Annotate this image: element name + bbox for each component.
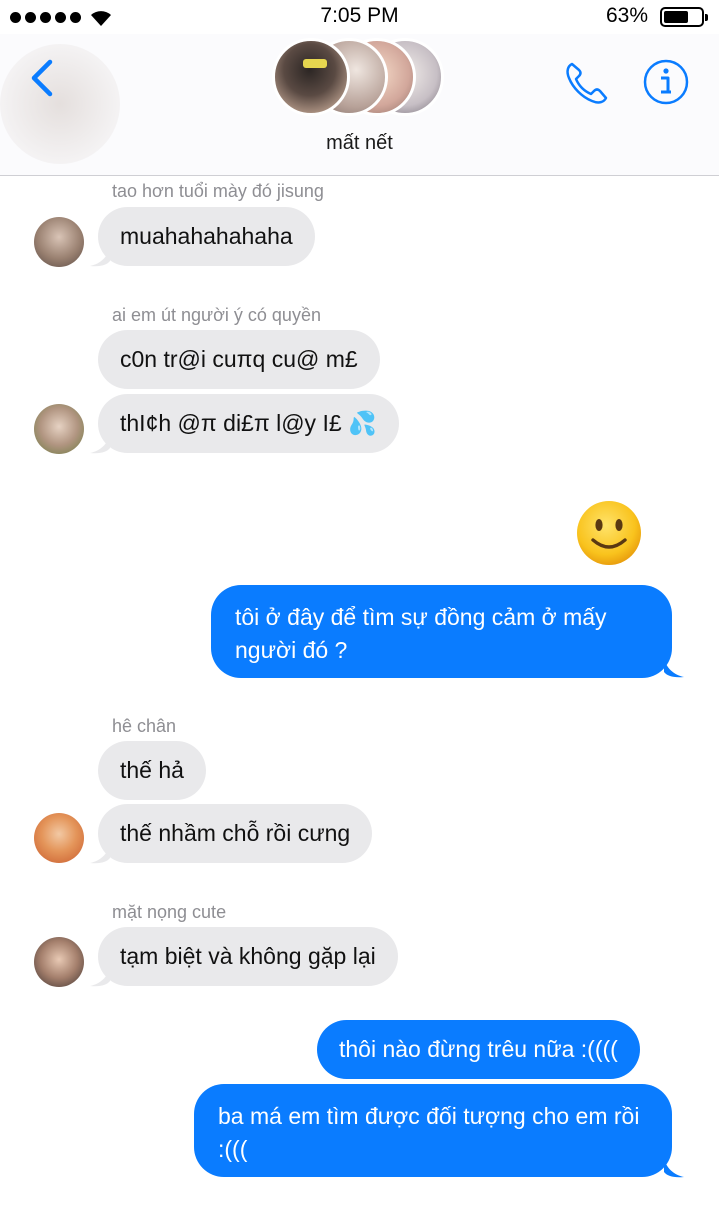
message-bubble[interactable]: tôi ở đây để tìm sự đồng cảm ở mấy người…	[211, 585, 672, 678]
message-bubble[interactable]: c0n tr@i cuπq cu@ m£	[98, 330, 380, 389]
group-title[interactable]: mất nết	[0, 132, 719, 155]
sender-name: tao hơn tuổi mày đó jisung	[112, 181, 324, 201]
sender-name: ai em út người ý có quyền	[112, 305, 321, 325]
info-icon[interactable]	[642, 58, 690, 106]
status-bar: 7:05 PM 63%	[0, 0, 719, 34]
avatar[interactable]	[34, 404, 84, 454]
group-avatars[interactable]	[272, 38, 452, 118]
avatar	[272, 38, 350, 116]
sender-name: mặt nọng cute	[112, 902, 227, 922]
conversation-header: mất nết	[0, 34, 719, 176]
avatar[interactable]	[34, 217, 84, 267]
avatar[interactable]	[34, 937, 84, 987]
message-bubble[interactable]: tạm biệt và không gặp lại	[98, 927, 398, 986]
battery-icon	[660, 7, 708, 27]
smiling-face-emoji[interactable]	[576, 500, 642, 566]
sender-name: hê chân	[112, 716, 177, 736]
message-bubble[interactable]: thI¢h @π di£π l@y I£ 💦	[98, 394, 399, 453]
message-bubble[interactable]: ba má em tìm được đối tượng cho em rồi :…	[194, 1084, 672, 1177]
avatar[interactable]	[34, 813, 84, 863]
battery-percentage: 63%	[606, 4, 649, 27]
message-bubble[interactable]: thôi nào đừng trêu nữa :((((	[317, 1020, 640, 1079]
phone-icon[interactable]	[562, 58, 612, 108]
chevron-left-icon[interactable]	[26, 56, 60, 100]
message-bubble[interactable]: muahahahahaha	[98, 207, 315, 266]
message-bubble[interactable]: thế hả	[98, 741, 206, 800]
message-bubble[interactable]: thế nhầm chỗ rồi cưng	[98, 804, 373, 863]
